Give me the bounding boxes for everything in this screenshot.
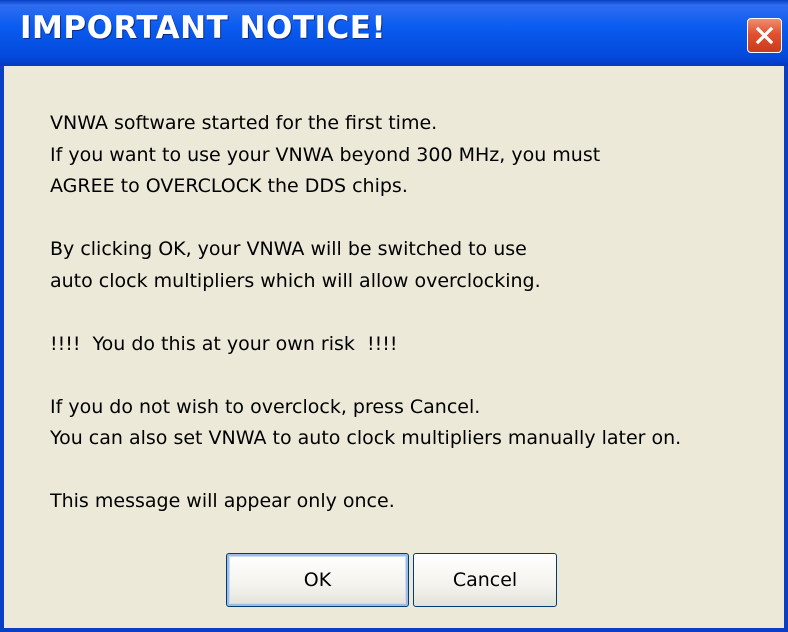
ok-button[interactable]: OK bbox=[226, 553, 409, 607]
message-line: This message will appear only once. bbox=[50, 490, 395, 512]
notice-dialog: IMPORTANT NOTICE! VNWA software started … bbox=[0, 0, 788, 632]
notice-message: VNWA software started for the first time… bbox=[50, 108, 785, 518]
risk-warning-line: !!!! You do this at your own risk !!!! bbox=[50, 332, 398, 355]
message-line: If you want to use your VNWA beyond 300 … bbox=[50, 143, 601, 166]
message-line: By clicking OK, your VNWA will be switch… bbox=[50, 238, 527, 260]
message-line: You can also set VNWA to auto clock mult… bbox=[50, 427, 682, 449]
message-line: If you do not wish to overclock, press C… bbox=[50, 395, 481, 418]
message-line: AGREE to OVERCLOCK the DDS chips. bbox=[50, 175, 408, 197]
dialog-title: IMPORTANT NOTICE! bbox=[20, 10, 387, 46]
close-icon bbox=[755, 26, 774, 45]
message-line: VNWA software started for the first time… bbox=[50, 112, 438, 134]
title-bar[interactable]: IMPORTANT NOTICE! bbox=[0, 0, 788, 66]
close-button[interactable] bbox=[747, 18, 782, 53]
cancel-button[interactable]: Cancel bbox=[413, 553, 557, 607]
message-line: auto clock multipliers which will allow … bbox=[50, 269, 541, 292]
